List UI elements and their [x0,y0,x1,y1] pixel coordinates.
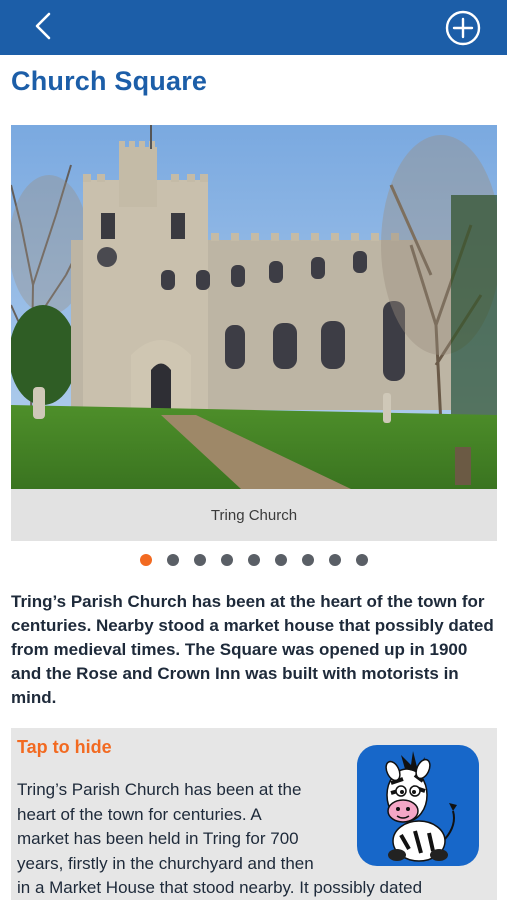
page-indicator [140,554,368,568]
page-dot[interactable] [167,554,179,566]
page-dot[interactable] [248,554,260,566]
top-nav-bar [0,0,507,55]
photo-caption: Tring Church [11,489,497,541]
page-dot[interactable] [356,554,368,566]
page-dot[interactable] [221,554,233,566]
page-title: Church Square [11,66,208,96]
detail-line: years, firstly in the churchyard and the… [17,853,314,873]
page-dot[interactable] [140,554,152,566]
detail-text: Tring’s Parish Church has been at the he… [17,778,422,900]
detail-panel: Tap to hide Tring’s Parish Church has be… [11,728,497,900]
tap-to-hide-toggle[interactable]: Tap to hide [17,737,112,758]
detail-line: market has been held in Tring for 700 [17,829,299,848]
page-dot[interactable] [194,554,206,566]
chevron-left-icon [35,12,51,40]
page-dot[interactable] [329,554,341,566]
gallery-photo[interactable] [11,125,497,489]
zebra-mascot-icon [357,745,479,866]
page-dot[interactable] [302,554,314,566]
page-dot[interactable] [275,554,287,566]
add-button[interactable] [443,8,483,48]
detail-line: Tring’s Parish Church has been at the [17,780,302,799]
detail-line: heart of the town for centuries. A [17,804,262,824]
plus-circle-icon [445,10,481,46]
detail-line: in a Market House that stood nearby. It … [17,878,423,897]
back-button[interactable] [24,8,64,48]
church-photo [11,125,497,489]
summary-text: Tring’s Parish Church has been at the he… [11,592,494,707]
